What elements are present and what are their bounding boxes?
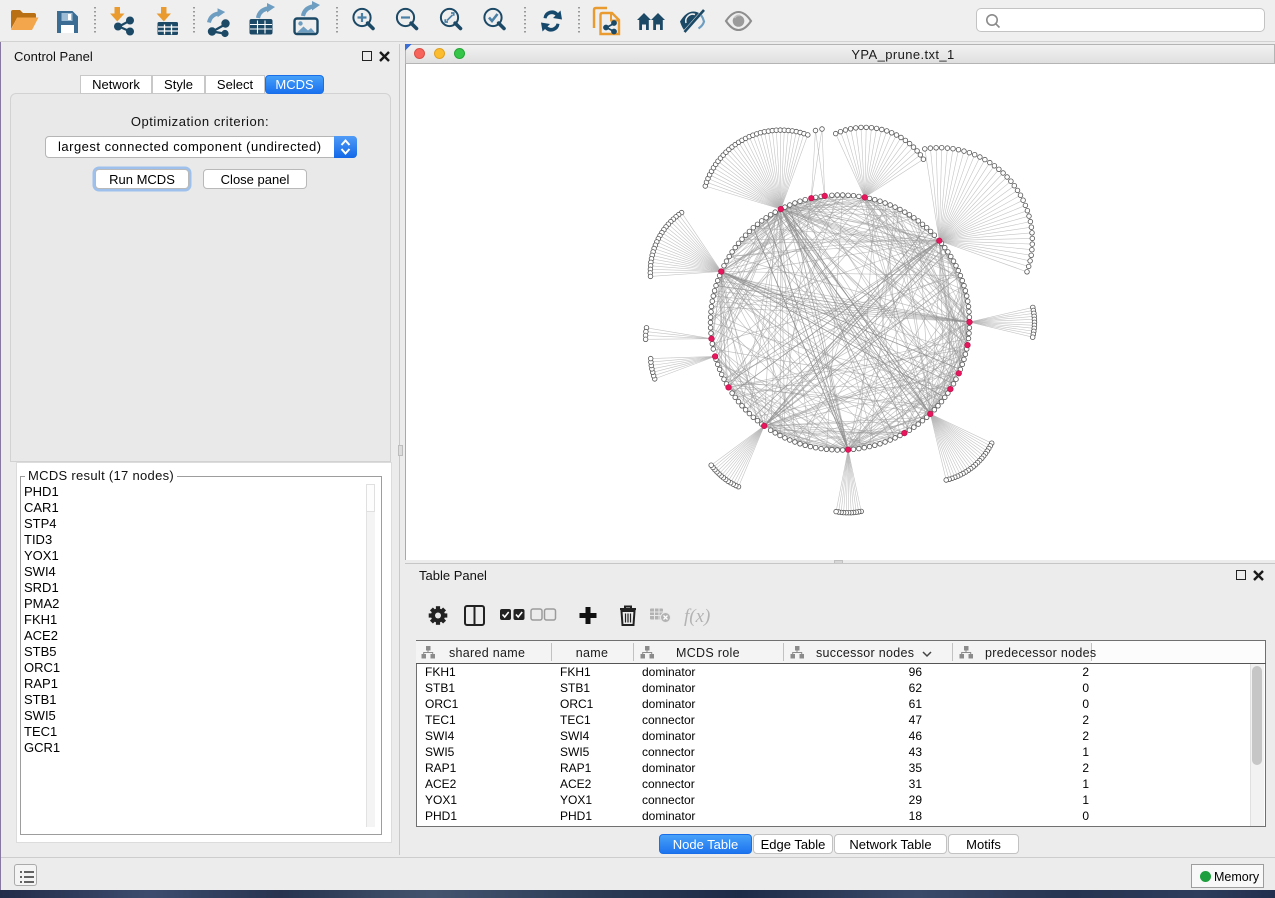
- svg-text:f(x): f(x): [684, 606, 710, 627]
